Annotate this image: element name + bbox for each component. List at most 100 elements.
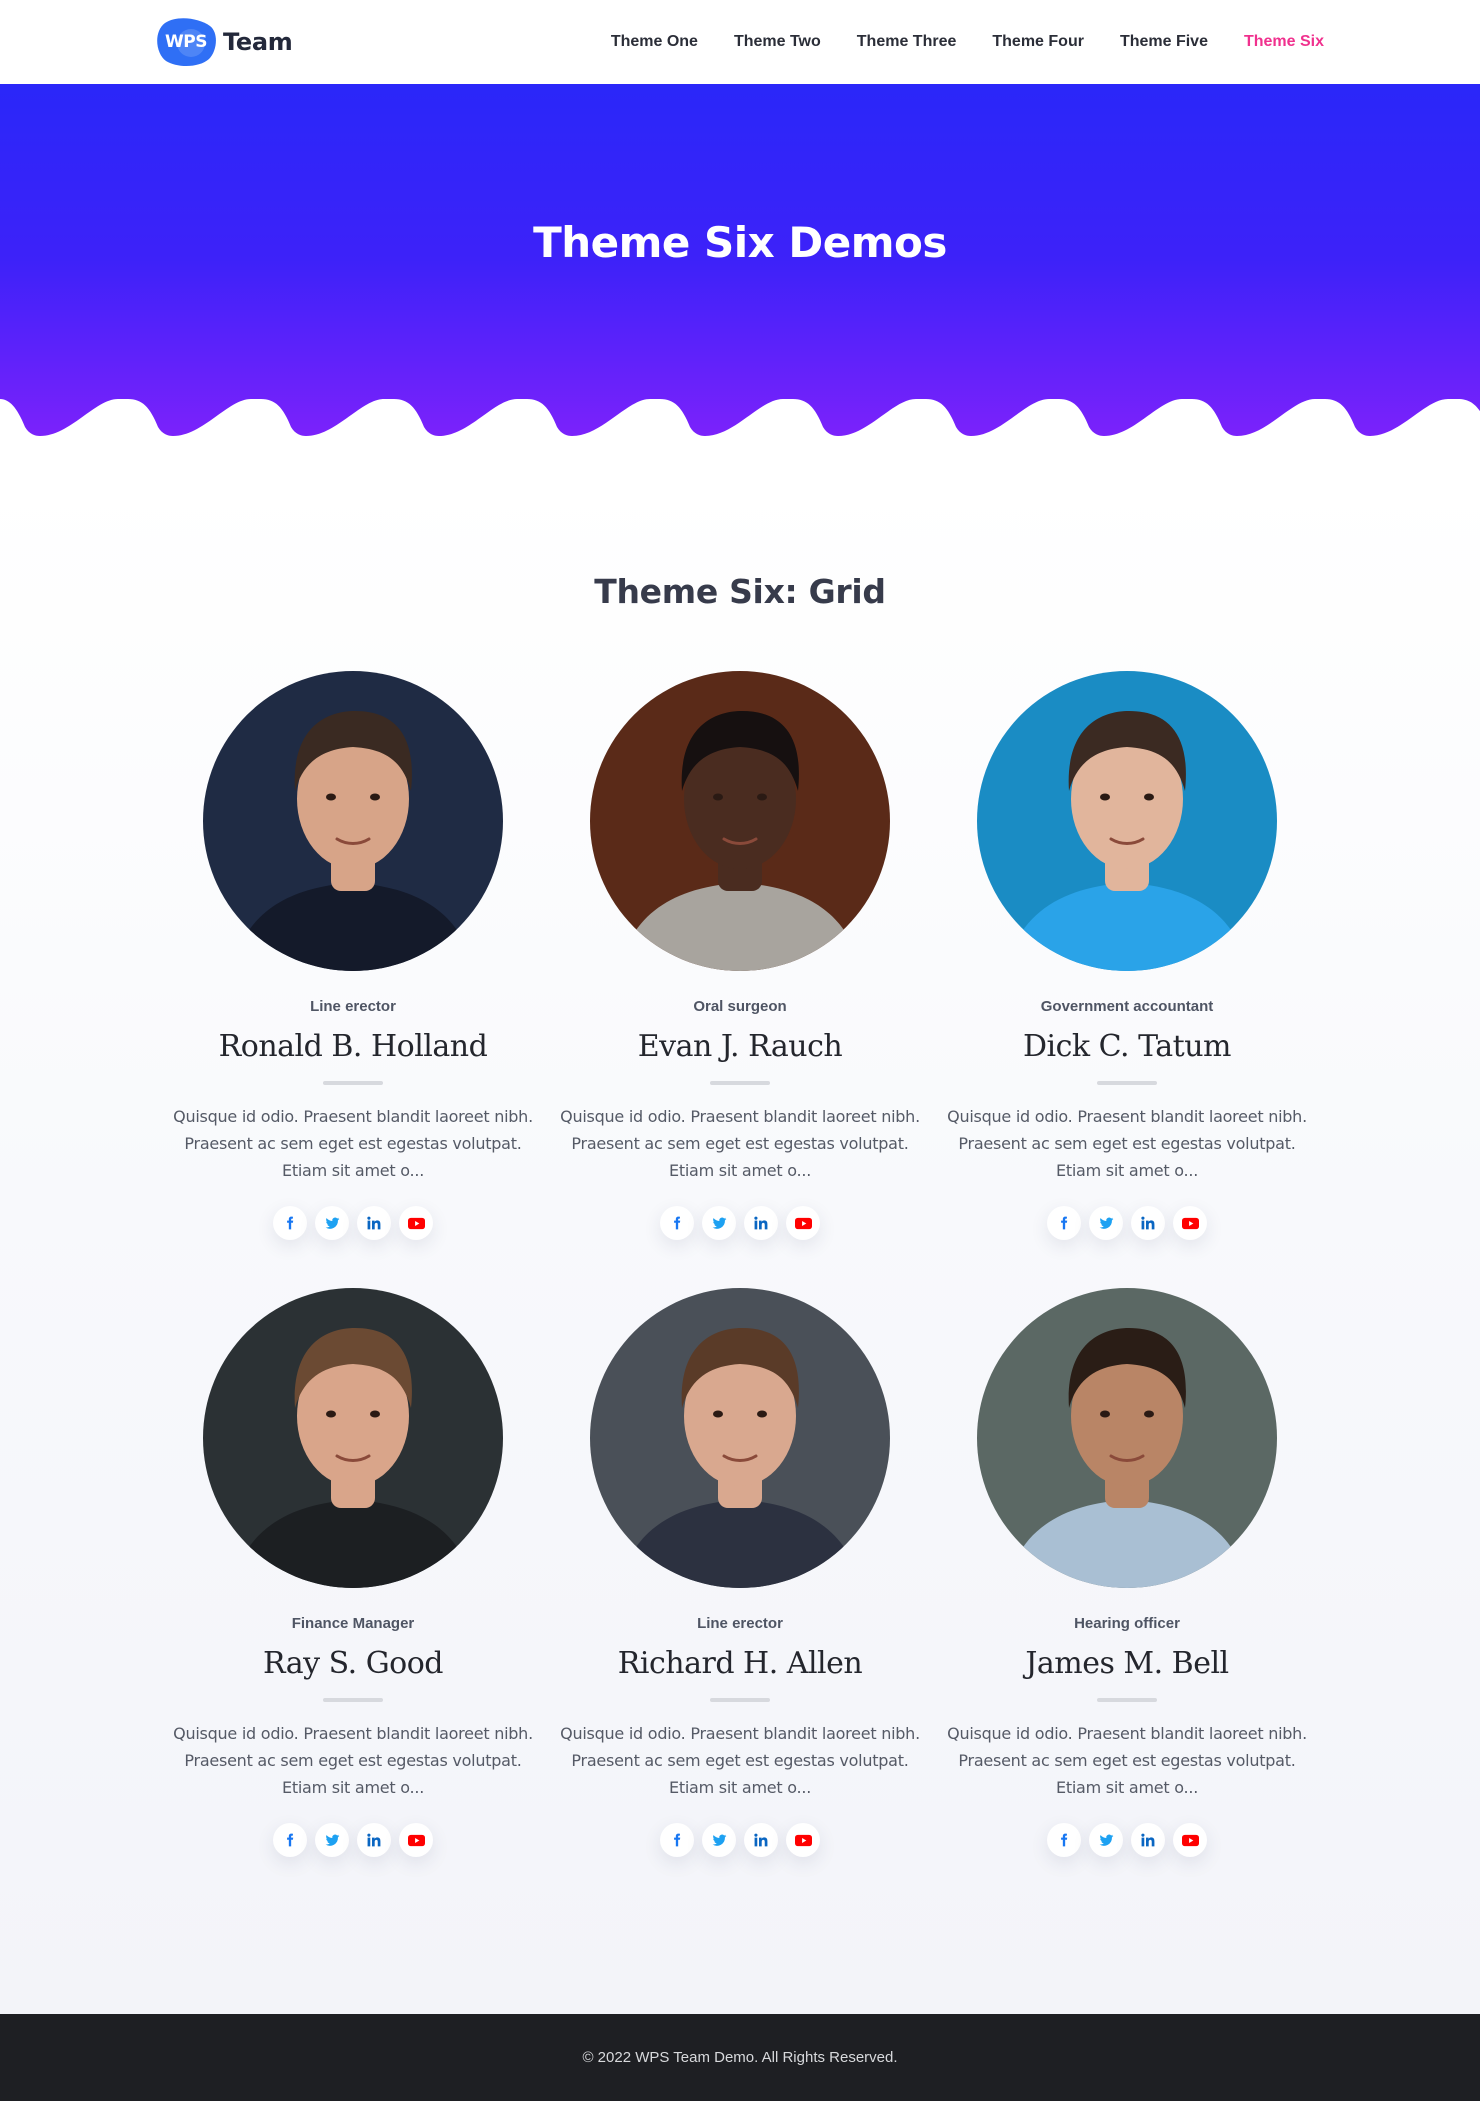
description-line: Quisque id odio. Praesent blandit laoree… xyxy=(947,1724,1307,1743)
member-description: Quisque id odio. Praesent blandit laoree… xyxy=(163,1103,543,1184)
linkedin-link[interactable] xyxy=(357,1206,391,1240)
description-line: Quisque id odio. Praesent blandit laoree… xyxy=(947,1107,1307,1126)
member-name[interactable]: Ray S. Good xyxy=(163,1644,543,1684)
linkedin-icon xyxy=(1141,1216,1155,1230)
youtube-icon xyxy=(794,1217,812,1230)
linkedin-link[interactable] xyxy=(1131,1823,1165,1857)
site-header: WPS Team Theme One Theme Two Theme Three Th… xyxy=(0,0,1480,84)
youtube-link[interactable] xyxy=(786,1206,820,1240)
youtube-link[interactable] xyxy=(399,1206,433,1240)
description-line: Quisque id odio. Praesent blandit laoree… xyxy=(173,1107,533,1126)
member-photo xyxy=(590,1288,890,1588)
linkedin-icon xyxy=(1141,1833,1155,1847)
member-job-title: Government accountant xyxy=(1040,998,1214,1015)
facebook-link[interactable] xyxy=(273,1823,307,1857)
member-name[interactable]: James M. Bell xyxy=(937,1644,1317,1684)
member-photo xyxy=(977,671,1277,971)
social-links xyxy=(937,1206,1317,1240)
youtube-link[interactable] xyxy=(1173,1206,1207,1240)
main-nav: Theme One Theme Two Theme Three Theme Four T… xyxy=(611,0,1324,84)
hero-title: Theme Six Demos xyxy=(533,218,947,267)
nav-item-theme-three[interactable]: Theme Three xyxy=(857,33,957,51)
member-description: Quisque id odio. Praesent blandit laoree… xyxy=(163,1720,543,1801)
youtube-link[interactable] xyxy=(1173,1823,1207,1857)
member-name[interactable]: Ronald B. Holland xyxy=(163,1027,543,1067)
member-description: Quisque id odio. Praesent blandit laoree… xyxy=(550,1720,930,1801)
facebook-icon xyxy=(1057,1216,1071,1230)
member-job-title: Line erector xyxy=(310,998,396,1015)
youtube-link[interactable] xyxy=(786,1823,820,1857)
linkedin-link[interactable] xyxy=(357,1823,391,1857)
description-line: Etiam sit amet o... xyxy=(668,1778,812,1797)
logo-badge-text: WPS xyxy=(165,32,207,52)
description-line: Etiam sit amet o... xyxy=(1055,1778,1199,1797)
nav-item-theme-five[interactable]: Theme Five xyxy=(1120,33,1208,51)
logo[interactable]: WPS Team xyxy=(155,17,293,67)
twitter-icon xyxy=(712,1833,727,1848)
member-job-title: Oral surgeon xyxy=(693,998,787,1015)
linkedin-link[interactable] xyxy=(744,1206,778,1240)
name-divider xyxy=(1097,1081,1157,1085)
facebook-icon xyxy=(1057,1833,1071,1847)
twitter-link[interactable] xyxy=(702,1823,736,1857)
logo-badge: WPS xyxy=(155,17,217,67)
description-line: Etiam sit amet o... xyxy=(281,1161,425,1180)
twitter-link[interactable] xyxy=(1089,1206,1123,1240)
facebook-link[interactable] xyxy=(660,1206,694,1240)
facebook-icon xyxy=(670,1833,684,1847)
twitter-link[interactable] xyxy=(702,1206,736,1240)
nav-item-theme-six[interactable]: Theme Six xyxy=(1244,33,1324,51)
hero-banner: Theme Six Demos xyxy=(0,84,1480,440)
nav-item-theme-one[interactable]: Theme One xyxy=(611,33,698,51)
linkedin-link[interactable] xyxy=(744,1823,778,1857)
twitter-link[interactable] xyxy=(1089,1823,1123,1857)
twitter-icon xyxy=(1099,1833,1114,1848)
member-name[interactable]: Richard H. Allen xyxy=(550,1644,930,1684)
name-divider xyxy=(323,1081,383,1085)
facebook-link[interactable] xyxy=(1047,1823,1081,1857)
twitter-link[interactable] xyxy=(315,1206,349,1240)
youtube-icon xyxy=(407,1834,425,1847)
description-line: Praesent ac sem eget est egestas volutpa… xyxy=(958,1134,1296,1153)
linkedin-icon xyxy=(754,1833,768,1847)
linkedin-icon xyxy=(754,1216,768,1230)
description-line: Etiam sit amet o... xyxy=(281,1778,425,1797)
social-links xyxy=(937,1823,1317,1857)
facebook-icon xyxy=(283,1833,297,1847)
social-links xyxy=(550,1206,930,1240)
name-divider xyxy=(710,1698,770,1702)
youtube-icon xyxy=(1181,1834,1199,1847)
youtube-icon xyxy=(794,1834,812,1847)
nav-item-theme-two[interactable]: Theme Two xyxy=(734,33,821,51)
team-member-card: Government accountant Dick C. Tatum Quisqu… xyxy=(937,671,1317,1240)
social-links xyxy=(163,1206,543,1240)
twitter-link[interactable] xyxy=(315,1823,349,1857)
member-description: Quisque id odio. Praesent blandit laoree… xyxy=(550,1103,930,1184)
team-member-card: Finance Manager Ray S. Good Quisque id odi… xyxy=(163,1288,543,1857)
team-member-card: Oral surgeon Evan J. Rauch Quisque id odio… xyxy=(550,671,930,1240)
member-photo xyxy=(203,671,503,971)
facebook-link[interactable] xyxy=(273,1206,307,1240)
social-links xyxy=(550,1823,930,1857)
facebook-icon xyxy=(670,1216,684,1230)
description-line: Quisque id odio. Praesent blandit laoree… xyxy=(173,1724,533,1743)
youtube-link[interactable] xyxy=(399,1823,433,1857)
member-job-title: Finance Manager xyxy=(291,1615,415,1632)
linkedin-icon xyxy=(367,1833,381,1847)
member-photo xyxy=(590,671,890,971)
description-line: Praesent ac sem eget est egestas volutpa… xyxy=(571,1134,909,1153)
linkedin-link[interactable] xyxy=(1131,1206,1165,1240)
facebook-link[interactable] xyxy=(1047,1206,1081,1240)
description-line: Etiam sit amet o... xyxy=(1055,1161,1199,1180)
twitter-icon xyxy=(325,1216,340,1231)
team-member-card: Line erector Ronald B. Holland Quisque id … xyxy=(163,671,543,1240)
nav-item-theme-four[interactable]: Theme Four xyxy=(992,33,1084,51)
social-links xyxy=(163,1823,543,1857)
description-line: Praesent ac sem eget est egestas volutpa… xyxy=(184,1751,522,1770)
twitter-icon xyxy=(712,1216,727,1231)
member-name[interactable]: Evan J. Rauch xyxy=(550,1027,930,1067)
name-divider xyxy=(710,1081,770,1085)
member-name[interactable]: Dick C. Tatum xyxy=(937,1027,1317,1067)
description-line: Praesent ac sem eget est egestas volutpa… xyxy=(184,1134,522,1153)
facebook-link[interactable] xyxy=(660,1823,694,1857)
